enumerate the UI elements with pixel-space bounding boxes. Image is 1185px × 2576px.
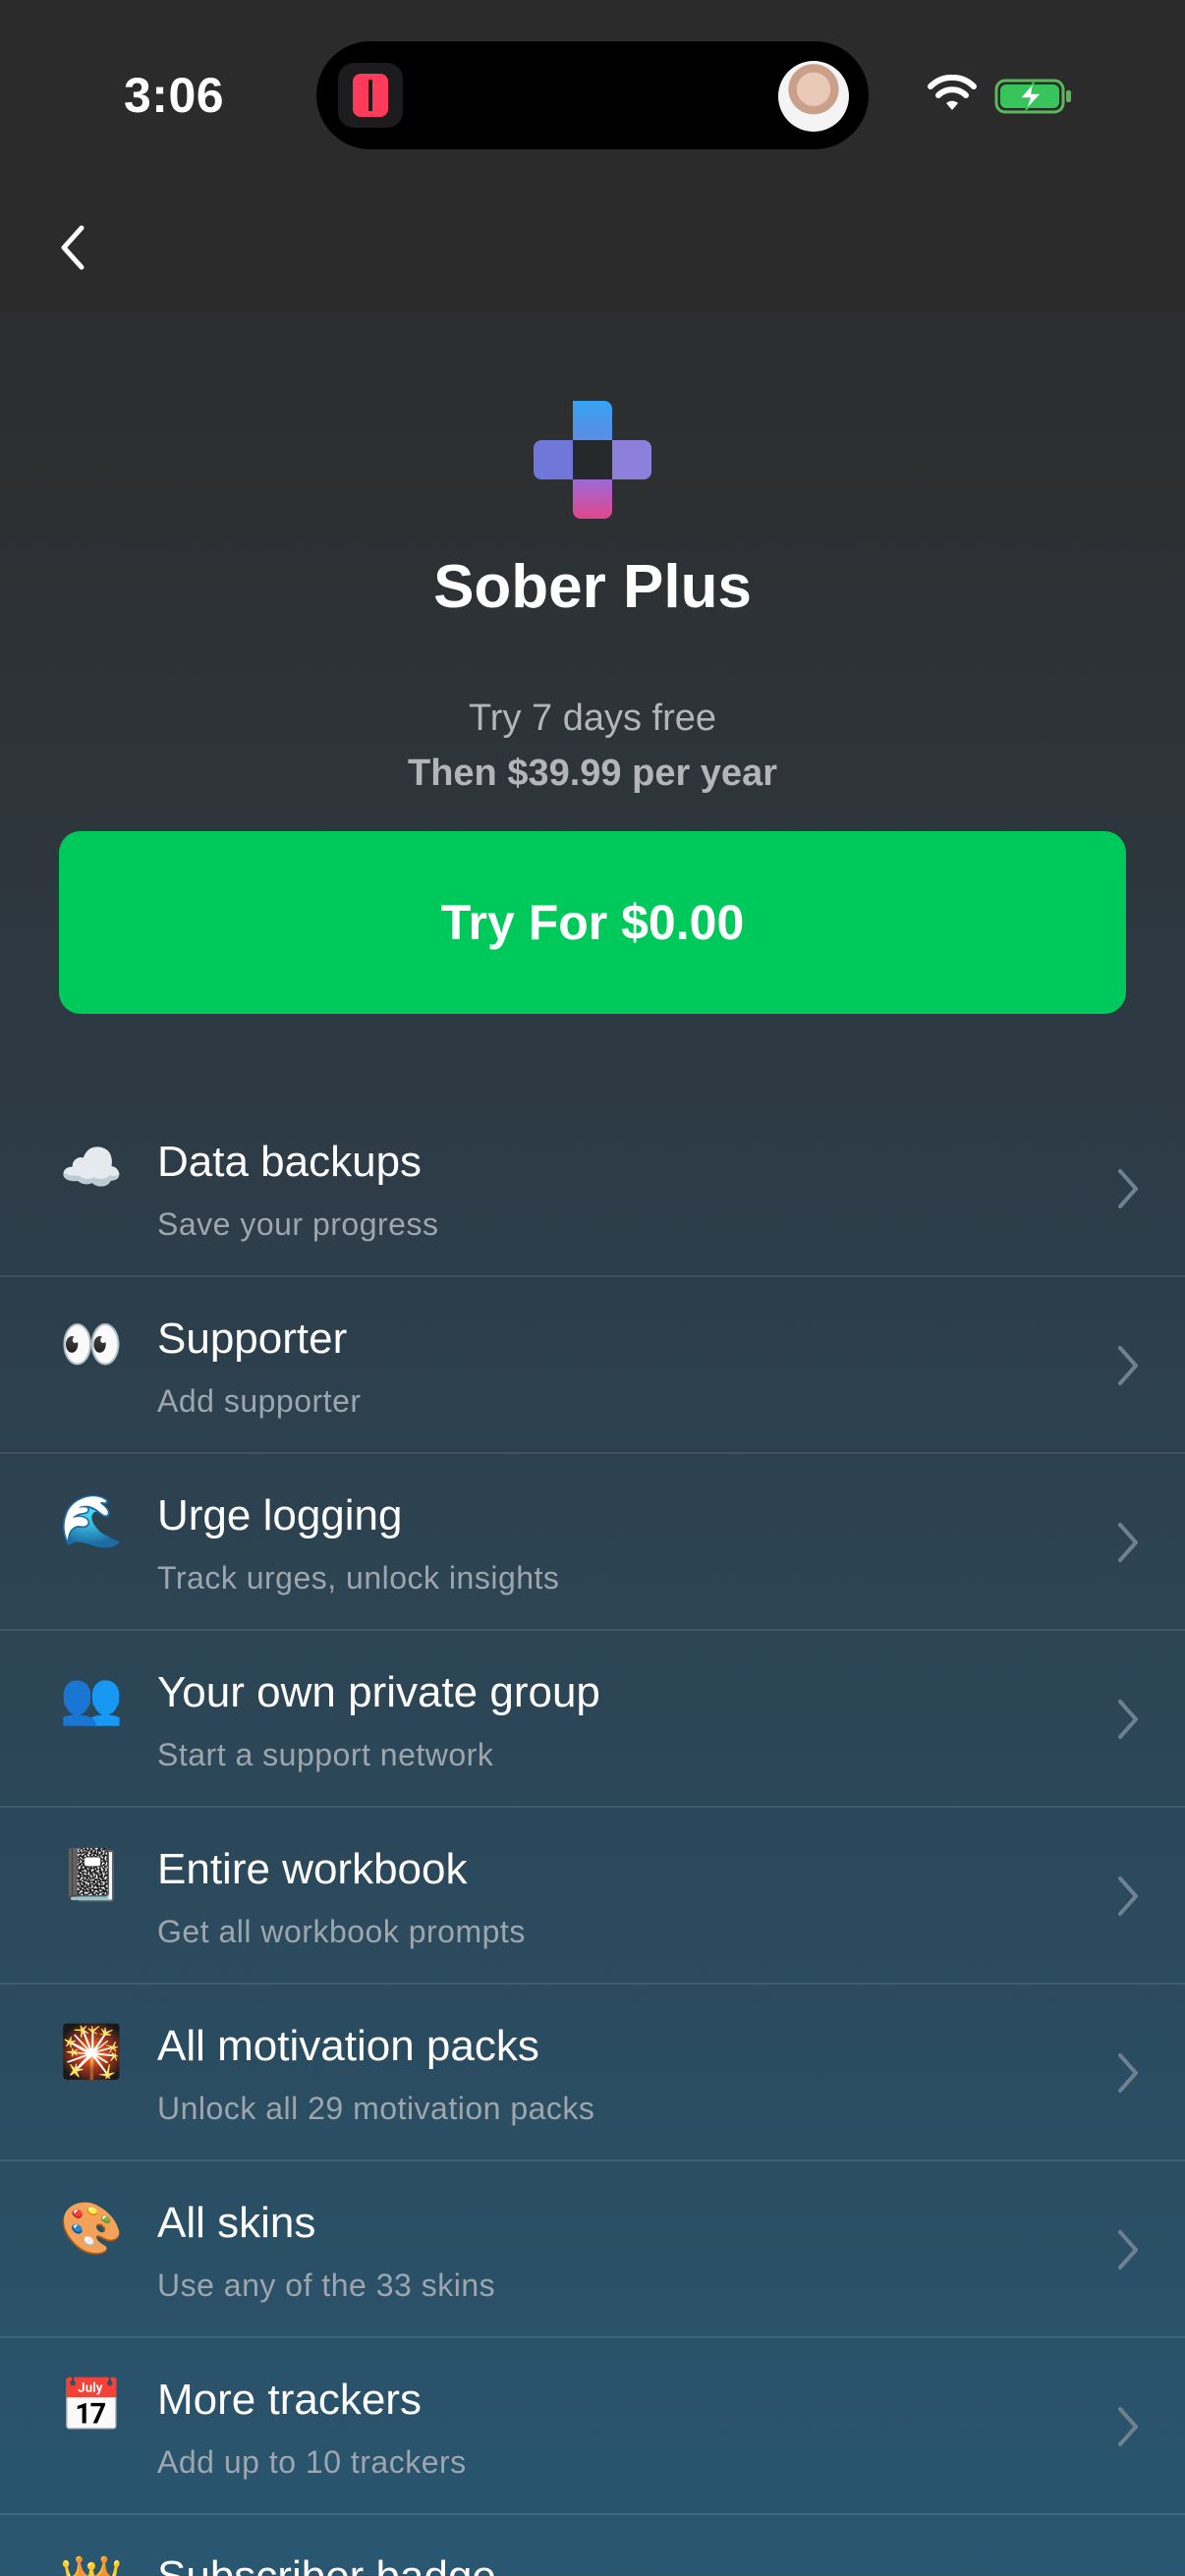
feature-subtitle: Track urges, unlock insights [157, 1560, 560, 1596]
sparkler-icon: 🎇 [59, 2024, 124, 2081]
wifi-icon [928, 75, 977, 110]
feature-row[interactable]: 📅 More trackers Add up to 10 trackers [0, 2338, 1185, 2515]
top-bar: 3:06 [0, 0, 1185, 312]
price-text: Then $39.99 per year [408, 753, 777, 794]
cloud-icon: ☁️ [59, 1140, 124, 1197]
feature-list: ☁️ Data backups Save your progress 👀 Support… [0, 1100, 1185, 2576]
status-time: 3:06 [124, 68, 225, 123]
feature-row[interactable]: ☁️ Data backups Save your progress [0, 1100, 1185, 1277]
feature-label: Subscriber badge [157, 2552, 496, 2576]
live-activity-app-icon [338, 63, 403, 128]
feature-subtitle: Get all workbook prompts [157, 1914, 526, 1949]
chevron-right-icon [1118, 1169, 1138, 1208]
feature-row[interactable]: 👥 Your own private group Start a support n… [0, 1631, 1185, 1808]
palette-icon: 🎨 [59, 2201, 124, 2258]
wave-icon: 🌊 [59, 1493, 124, 1550]
feature-row[interactable]: 🌊 Urge logging Track urges, unlock insight… [0, 1454, 1185, 1631]
feature-row[interactable]: 📓 Entire workbook Get all workbook prompts [0, 1808, 1185, 1985]
feature-subtitle: Use any of the 33 skins [157, 2268, 496, 2303]
feature-row[interactable]: 👀 Supporter Add supporter [0, 1277, 1185, 1454]
trial-text: Try 7 days free [468, 698, 716, 739]
chevron-right-icon [1118, 1523, 1138, 1562]
feature-label: Data backups [157, 1138, 423, 1186]
feature-subtitle: Add up to 10 trackers [157, 2444, 467, 2480]
calendar-icon: 📅 [59, 2378, 124, 2435]
feature-label: Your own private group [157, 1668, 600, 1716]
chevron-right-icon [1118, 2407, 1138, 2446]
back-button[interactable] [51, 216, 94, 279]
live-activity-avatar [778, 61, 849, 132]
feature-label: More trackers [157, 2376, 422, 2424]
page-title: Sober Plus [433, 553, 752, 621]
crown-icon: 👑 [59, 2550, 124, 2576]
feature-subtitle: Unlock all 29 motivation packs [157, 2091, 595, 2126]
feature-subtitle: Save your progress [157, 1206, 439, 1242]
feature-label: All skins [157, 2199, 316, 2247]
feature-label: Urge logging [157, 1491, 403, 1540]
feature-subtitle: Start a support network [157, 1737, 494, 1772]
battery-charging-icon [994, 79, 1071, 114]
feature-row[interactable]: 🎇 All motivation packs Unlock all 29 motiv… [0, 1985, 1185, 2161]
chevron-right-icon [1118, 1876, 1138, 1916]
dynamic-island [316, 41, 869, 149]
feature-label: All motivation packs [157, 2022, 539, 2070]
people-icon: 👥 [59, 1670, 124, 1727]
chevron-right-icon [1118, 2053, 1138, 2093]
eyes-icon: 👀 [59, 1316, 124, 1373]
chevron-left-icon [61, 225, 85, 270]
chevron-right-icon [1118, 2230, 1138, 2269]
feature-label: Supporter [157, 1315, 348, 1363]
notebook-icon: 📓 [59, 1847, 124, 1904]
try-free-button[interactable]: Try For $0.00 [59, 831, 1126, 1014]
feature-row[interactable]: 🎨 All skins Use any of the 33 skins [0, 2161, 1185, 2338]
feature-subtitle: Add supporter [157, 1383, 362, 1419]
sober-plus-logo [534, 401, 651, 519]
chevron-right-icon [1118, 1700, 1138, 1739]
feature-label: Entire workbook [157, 1845, 468, 1893]
feature-row[interactable]: 👑 Subscriber badge [0, 2515, 1185, 2576]
chevron-right-icon [1118, 1346, 1138, 1385]
